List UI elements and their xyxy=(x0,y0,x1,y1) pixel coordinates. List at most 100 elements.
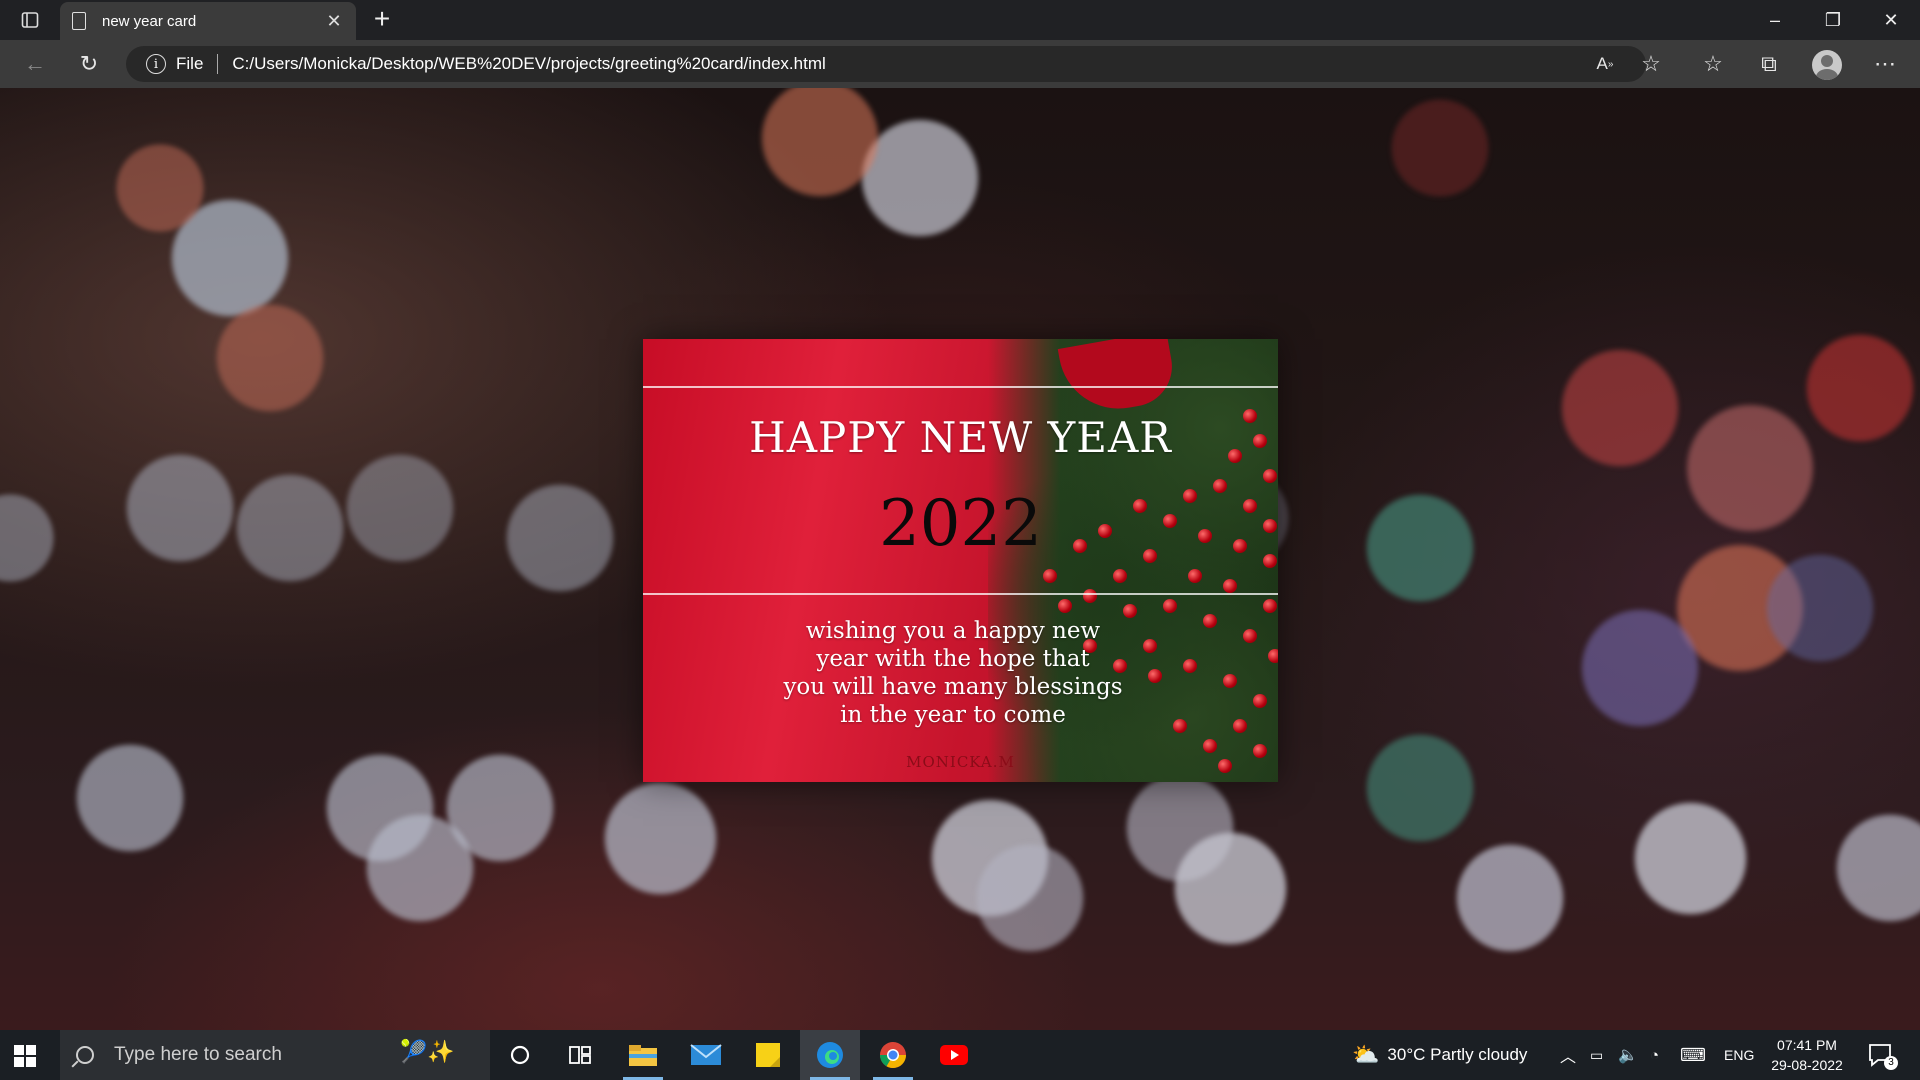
card-year: 2022 xyxy=(879,487,1042,561)
wifi-icon[interactable]: ◔ xyxy=(1650,1030,1659,1080)
berry xyxy=(1183,659,1197,673)
weather-widget[interactable]: ⛅ 30°C Partly cloudy xyxy=(1352,1030,1527,1080)
collections-icon[interactable]: ⧉ xyxy=(1752,48,1786,80)
weather-text: 30°C Partly cloudy xyxy=(1387,1045,1528,1064)
taskbar-search[interactable]: Type here to search 🎾✨ xyxy=(60,1030,490,1080)
browser-toolbar: ← ↻ i File C:/Users/Monicka/Desktop/WEB%… xyxy=(0,40,1920,88)
window-close-icon[interactable]: ✕ xyxy=(1862,0,1920,40)
bokeh-circle xyxy=(1365,493,1475,603)
bokeh-circle xyxy=(125,453,235,563)
clock[interactable]: 07:41 PM 29-08-2022 xyxy=(1762,1035,1852,1075)
bokeh-circle xyxy=(1580,608,1700,728)
bokeh-circle xyxy=(115,143,205,233)
search-placeholder: Type here to search xyxy=(114,1044,282,1065)
sticky-notes-icon[interactable] xyxy=(738,1030,798,1080)
bokeh-circle xyxy=(0,493,55,583)
minimize-icon[interactable]: – xyxy=(1746,0,1804,40)
language-indicator[interactable]: ENG xyxy=(1724,1030,1754,1080)
plus-icon[interactable]: + xyxy=(366,4,398,36)
berry xyxy=(1233,719,1247,733)
bokeh-circle xyxy=(1365,733,1475,843)
task-view-icon[interactable] xyxy=(550,1030,610,1080)
bokeh-circle xyxy=(1455,843,1565,953)
more-icon[interactable]: ⋯ xyxy=(1868,48,1902,80)
browser-tab[interactable]: new year card ✕ xyxy=(60,2,356,40)
tab-strip: new year card ✕ + – ❐ ✕ xyxy=(0,0,1920,40)
page-icon xyxy=(72,12,86,30)
mail-icon[interactable] xyxy=(676,1030,736,1080)
berry xyxy=(1083,589,1097,603)
keyboard-icon[interactable]: ⌨ xyxy=(1680,1030,1706,1080)
address-bar[interactable]: i File C:/Users/Monicka/Desktop/WEB%20DE… xyxy=(126,46,1646,82)
chrome-icon[interactable] xyxy=(863,1030,923,1080)
bokeh-circle xyxy=(345,453,455,563)
windows-start-icon[interactable] xyxy=(14,1045,36,1067)
youtube-icon[interactable] xyxy=(924,1030,984,1080)
bokeh-circle xyxy=(235,473,345,583)
page-viewport: HAPPY NEW YEAR 2022 wishing you a happy … xyxy=(0,88,1920,1030)
arrow-left-icon[interactable]: ← xyxy=(18,48,52,80)
bokeh-circle xyxy=(975,843,1085,953)
bokeh-circle xyxy=(1390,98,1490,198)
bokeh-circle xyxy=(1805,333,1915,443)
bokeh-circle xyxy=(215,303,325,413)
bokeh-circle xyxy=(602,780,718,896)
berry xyxy=(1058,599,1072,613)
partly-cloudy-icon: ⛅ xyxy=(1352,1042,1380,1067)
search-highlight-icon[interactable]: 🎾✨ xyxy=(400,1039,480,1071)
tab-close-icon[interactable]: ✕ xyxy=(324,11,344,32)
address-url[interactable]: C:/Users/Monicka/Desktop/WEB%20DEV/proje… xyxy=(232,54,825,74)
bokeh-circle xyxy=(1685,403,1815,533)
berry xyxy=(1223,674,1237,688)
berry xyxy=(1163,599,1177,613)
message-line: year with the hope that xyxy=(816,646,1090,672)
edge-icon[interactable] xyxy=(800,1030,860,1080)
card-message: wishing you a happy new year with the ho… xyxy=(753,617,1153,729)
battery-icon[interactable]: ▭ xyxy=(1590,1030,1603,1080)
address-scheme: File xyxy=(176,54,204,73)
bokeh-circle xyxy=(505,483,615,593)
notification-icon[interactable]: 3 xyxy=(1866,1040,1898,1070)
file-explorer-icon[interactable] xyxy=(613,1030,673,1080)
bokeh-circle xyxy=(1835,813,1920,923)
info-icon[interactable]: i xyxy=(146,54,166,74)
avatar-icon[interactable] xyxy=(1812,50,1842,80)
clock-time: 07:41 PM xyxy=(1777,1037,1837,1053)
berry xyxy=(1043,569,1057,583)
notification-count: 3 xyxy=(1884,1056,1898,1070)
message-line: in the year to come xyxy=(840,702,1066,728)
taskbar: Type here to search 🎾✨ ⛅ 30°C Partly clo… xyxy=(0,1030,1920,1080)
chevron-up-icon[interactable]: ︿ xyxy=(1560,1030,1576,1080)
volume-icon[interactable]: 🔈 xyxy=(1618,1030,1638,1080)
tab-actions-icon[interactable] xyxy=(12,6,48,34)
bokeh-circle xyxy=(1560,348,1680,468)
card-headline: HAPPY NEW YEAR xyxy=(749,413,1172,462)
bokeh-circle xyxy=(1172,830,1288,946)
bokeh-circle xyxy=(1765,553,1875,663)
cortana-circle-icon[interactable] xyxy=(490,1030,550,1080)
greeting-card: HAPPY NEW YEAR 2022 wishing you a happy … xyxy=(643,339,1278,782)
berry xyxy=(1243,629,1257,643)
berry xyxy=(1123,604,1137,618)
berry xyxy=(1223,579,1237,593)
berry xyxy=(1263,599,1277,613)
berry xyxy=(1188,569,1202,583)
favorites-icon[interactable]: ☆ xyxy=(1696,48,1730,80)
restore-icon[interactable]: ❐ xyxy=(1804,0,1862,40)
berry xyxy=(1263,469,1277,483)
berry xyxy=(1268,649,1278,663)
search-icon xyxy=(76,1046,94,1064)
tab-title: new year card xyxy=(102,12,197,30)
address-separator xyxy=(217,54,219,74)
berry xyxy=(1253,694,1267,708)
read-aloud-icon[interactable]: A» xyxy=(1588,48,1622,80)
berry xyxy=(1113,569,1127,583)
clock-date: 29-08-2022 xyxy=(1771,1057,1843,1073)
bottom-divider xyxy=(643,593,1278,595)
bokeh-circle xyxy=(1632,800,1748,916)
refresh-icon[interactable]: ↻ xyxy=(72,48,106,80)
star-add-icon[interactable]: ☆ xyxy=(1634,48,1668,80)
message-line: wishing you a happy new xyxy=(805,618,1101,644)
berry xyxy=(1173,719,1187,733)
bokeh-circle xyxy=(75,743,185,853)
